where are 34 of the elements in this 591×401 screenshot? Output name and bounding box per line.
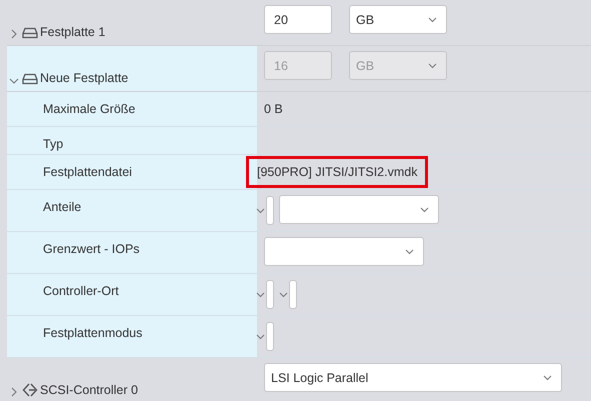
chevron-down-icon [420, 206, 429, 212]
dropdown[interactable] [266, 196, 274, 225]
property-label: Grenzwert - IOPs [43, 242, 140, 256]
dropdown[interactable] [289, 280, 297, 309]
dropdown[interactable]: LSI Logic Parallel [264, 363, 562, 392]
expand-icon[interactable] [10, 29, 18, 39]
property-label: Typ [43, 137, 64, 151]
chevron-down-icon [256, 292, 265, 298]
dropdown[interactable] [266, 280, 274, 309]
property-label: Festplattendatei [43, 165, 132, 179]
chevron-down-icon [279, 292, 288, 298]
group-label: SCSI-Controller 0 [40, 383, 138, 397]
size-field[interactable]: 20 [264, 5, 332, 34]
highlighted-file-path: [950PRO] JITSI/JITSI2.vmdk [246, 156, 428, 188]
chevron-down-icon [256, 334, 265, 340]
property-label: Anteile [43, 200, 82, 214]
group-label: Festplatte 1 [40, 25, 106, 39]
value-text: 0 B [264, 102, 283, 116]
property-label: Maximale Größe [43, 102, 136, 116]
group-label: Neue Festplatte [40, 71, 128, 85]
expand-icon[interactable] [10, 387, 18, 397]
dropdown[interactable] [266, 322, 274, 351]
chevron-down-icon [428, 62, 437, 68]
property-label: Controller-Ort [43, 284, 119, 298]
property-label: Festplattenmodus [43, 326, 142, 340]
chevron-down-icon [405, 248, 414, 254]
dropdown[interactable]: GB [349, 5, 447, 34]
chevron-down-icon [543, 374, 552, 380]
collapse-icon[interactable] [9, 78, 19, 85]
dropdown[interactable] [279, 195, 439, 224]
chevron-down-icon [428, 16, 437, 22]
dropdown[interactable] [264, 237, 424, 266]
controller-icon [22, 383, 38, 397]
chevron-down-icon [256, 208, 265, 214]
